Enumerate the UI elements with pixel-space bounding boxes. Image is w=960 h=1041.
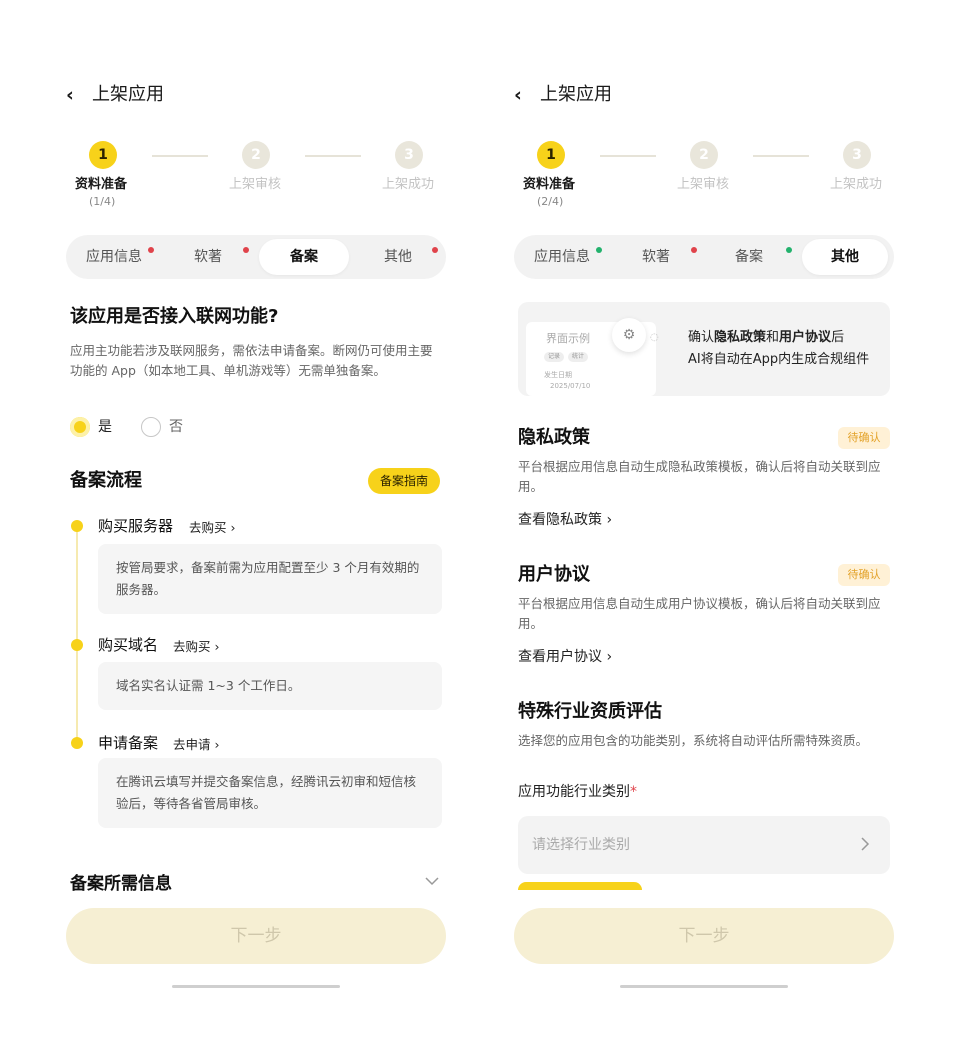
tab-status-dot	[243, 247, 249, 253]
agreement-desc: 平台根据应用信息自动生成用户协议模板，确认后将自动关联到应用。	[518, 596, 881, 631]
banner-text: 确认	[688, 330, 715, 345]
right-screen: ‹ 上架应用 1 2 3 资料准备 (2/4) 上架审核 上架成功 应用信息 软…	[448, 0, 928, 1041]
tab-copyright[interactable]: 软著	[176, 235, 240, 279]
radio-no-label: 否	[169, 419, 183, 435]
network-question-desc: 应用主功能若涉及联网服务，需依法申请备案。断网仍可使用主要功能的 App（如本地…	[70, 343, 433, 378]
timeline-dot	[71, 520, 83, 532]
view-agreement-link[interactable]: 查看用户协议 ›	[518, 647, 612, 667]
step-3-circle: 3	[395, 141, 423, 169]
back-icon[interactable]: ‹	[66, 83, 74, 107]
status-badge: 待确认	[838, 564, 890, 586]
step-2-label: 上架审核	[677, 177, 730, 192]
tab-status-dot	[786, 247, 792, 253]
preview-chip: 记录	[544, 352, 564, 362]
section-tabs: 应用信息 软著 备案 其他	[66, 235, 446, 279]
step-2-circle: 2	[690, 141, 718, 169]
section-tabs: 应用信息 软著 备案 其他	[514, 235, 894, 279]
timeline-dot	[71, 639, 83, 651]
buy-server-detail: 按管局要求，备案前需为应用配置至少 3 个月有效期的服务器。	[98, 544, 442, 614]
back-icon[interactable]: ‹	[514, 83, 522, 107]
filing-guide-button[interactable]: 备案指南	[368, 468, 440, 494]
network-question: 该应用是否接入联网功能?	[70, 306, 279, 327]
step-connector	[753, 155, 809, 157]
home-indicator	[172, 985, 340, 988]
preview-chip: 统计	[568, 352, 588, 362]
step-1-circle: 1	[89, 141, 117, 169]
preview-mini-date: 2025/07/10	[550, 382, 591, 390]
step-progress: (2/4)	[537, 195, 564, 208]
compliance-banner: 界面示例 记录 统计 发生日期 2025/07/10 ⚙ ◌ 确认隐私政策和用户…	[518, 302, 890, 396]
cursor-icon: ◌	[650, 332, 659, 343]
industry-select[interactable]: 请选择行业类别	[518, 816, 890, 874]
step-3-label: 上架成功	[382, 177, 435, 192]
buy-server-link[interactable]: 去购买 ›	[189, 517, 235, 536]
tab-status-dot	[596, 247, 602, 253]
tab-other[interactable]: 其他	[366, 235, 430, 279]
step-connector	[600, 155, 656, 157]
next-step-button[interactable]: 下一步	[66, 908, 446, 964]
tab-filing[interactable]: 备案	[259, 239, 349, 275]
privacy-policy-highlight: 隐私政策	[714, 330, 767, 345]
banner-line1: 确认隐私政策和用户协议后	[688, 328, 844, 348]
field-label-text: 应用功能行业类别	[518, 784, 630, 800]
tab-status-dot	[432, 247, 438, 253]
tab-filing[interactable]: 备案	[714, 235, 784, 279]
banner-text: 后	[831, 330, 845, 345]
preview-title: 界面示例	[546, 332, 590, 345]
agreement-title: 用户协议	[518, 564, 590, 585]
gear-icon: ⚙	[612, 318, 646, 352]
tab-app-info[interactable]: 应用信息	[74, 235, 154, 279]
step-3-circle: 3	[843, 141, 871, 169]
step-1-label: 资料准备	[75, 177, 128, 192]
industry-desc: 选择您的应用包含的功能类别，系统将自动评估所需特殊资质。	[518, 733, 869, 748]
view-privacy-link[interactable]: 查看隐私政策 ›	[518, 510, 612, 530]
status-badge: 待确认	[838, 427, 890, 449]
step-connector	[305, 155, 361, 157]
radio-yes[interactable]	[70, 417, 90, 437]
step-1-label: 资料准备	[523, 177, 576, 192]
banner-text: 和	[766, 330, 780, 345]
next-step-button[interactable]: 下一步	[514, 908, 894, 964]
privacy-title: 隐私政策	[518, 427, 590, 448]
tab-status-dot	[148, 247, 154, 253]
page-title: 上架应用	[92, 84, 164, 105]
radio-no[interactable]	[141, 417, 161, 437]
step-apply-filing-title: 申请备案	[98, 734, 159, 752]
buy-domain-detail: 域名实名认证需 1~3 个工作日。	[98, 662, 442, 710]
chevron-down-icon[interactable]	[424, 874, 440, 890]
step-progress: (1/4)	[89, 195, 116, 208]
left-screen: ‹ 上架应用 1 2 3 资料准备 (1/4) 上架审核 上架成功 应用信息 软…	[0, 0, 480, 1041]
industry-field-label: 应用功能行业类别*	[518, 782, 637, 802]
radio-yes-label: 是	[98, 419, 112, 435]
tab-status-dot	[691, 247, 697, 253]
step-connector	[152, 155, 208, 157]
industry-select-placeholder: 请选择行业类别	[532, 837, 630, 853]
page-title: 上架应用	[540, 84, 612, 105]
step-2-circle: 2	[242, 141, 270, 169]
step-3-label: 上架成功	[830, 177, 883, 192]
step-buy-server-title: 购买服务器	[98, 517, 174, 535]
tab-other[interactable]: 其他	[802, 239, 888, 275]
buy-domain-link[interactable]: 去购买 ›	[173, 636, 219, 655]
filing-flow-title: 备案流程	[70, 470, 142, 491]
step-buy-domain-title: 购买域名	[98, 636, 159, 654]
filing-info-title: 备案所需信息	[70, 874, 172, 894]
chevron-right-icon	[860, 836, 870, 856]
apply-filing-link[interactable]: 去申请 ›	[173, 734, 219, 753]
step-2-label: 上架审核	[229, 177, 282, 192]
preview-mini-label: 发生日期	[544, 371, 572, 379]
tab-app-info[interactable]: 应用信息	[522, 235, 602, 279]
required-mark: *	[630, 784, 637, 800]
tab-copyright[interactable]: 软著	[624, 235, 688, 279]
user-agreement-highlight: 用户协议	[779, 330, 832, 345]
partial-button	[518, 882, 642, 890]
timeline-line	[76, 530, 78, 742]
banner-line2: AI将自动在App内生成合规组件	[688, 352, 870, 367]
industry-title: 特殊行业资质评估	[518, 701, 662, 722]
home-indicator	[620, 985, 788, 988]
timeline-dot	[71, 737, 83, 749]
step-1-circle: 1	[537, 141, 565, 169]
apply-filing-detail: 在腾讯云填写并提交备案信息，经腾讯云初审和短信核验后，等待各省管局审核。	[98, 758, 442, 828]
privacy-desc: 平台根据应用信息自动生成隐私政策模板，确认后将自动关联到应用。	[518, 459, 881, 494]
